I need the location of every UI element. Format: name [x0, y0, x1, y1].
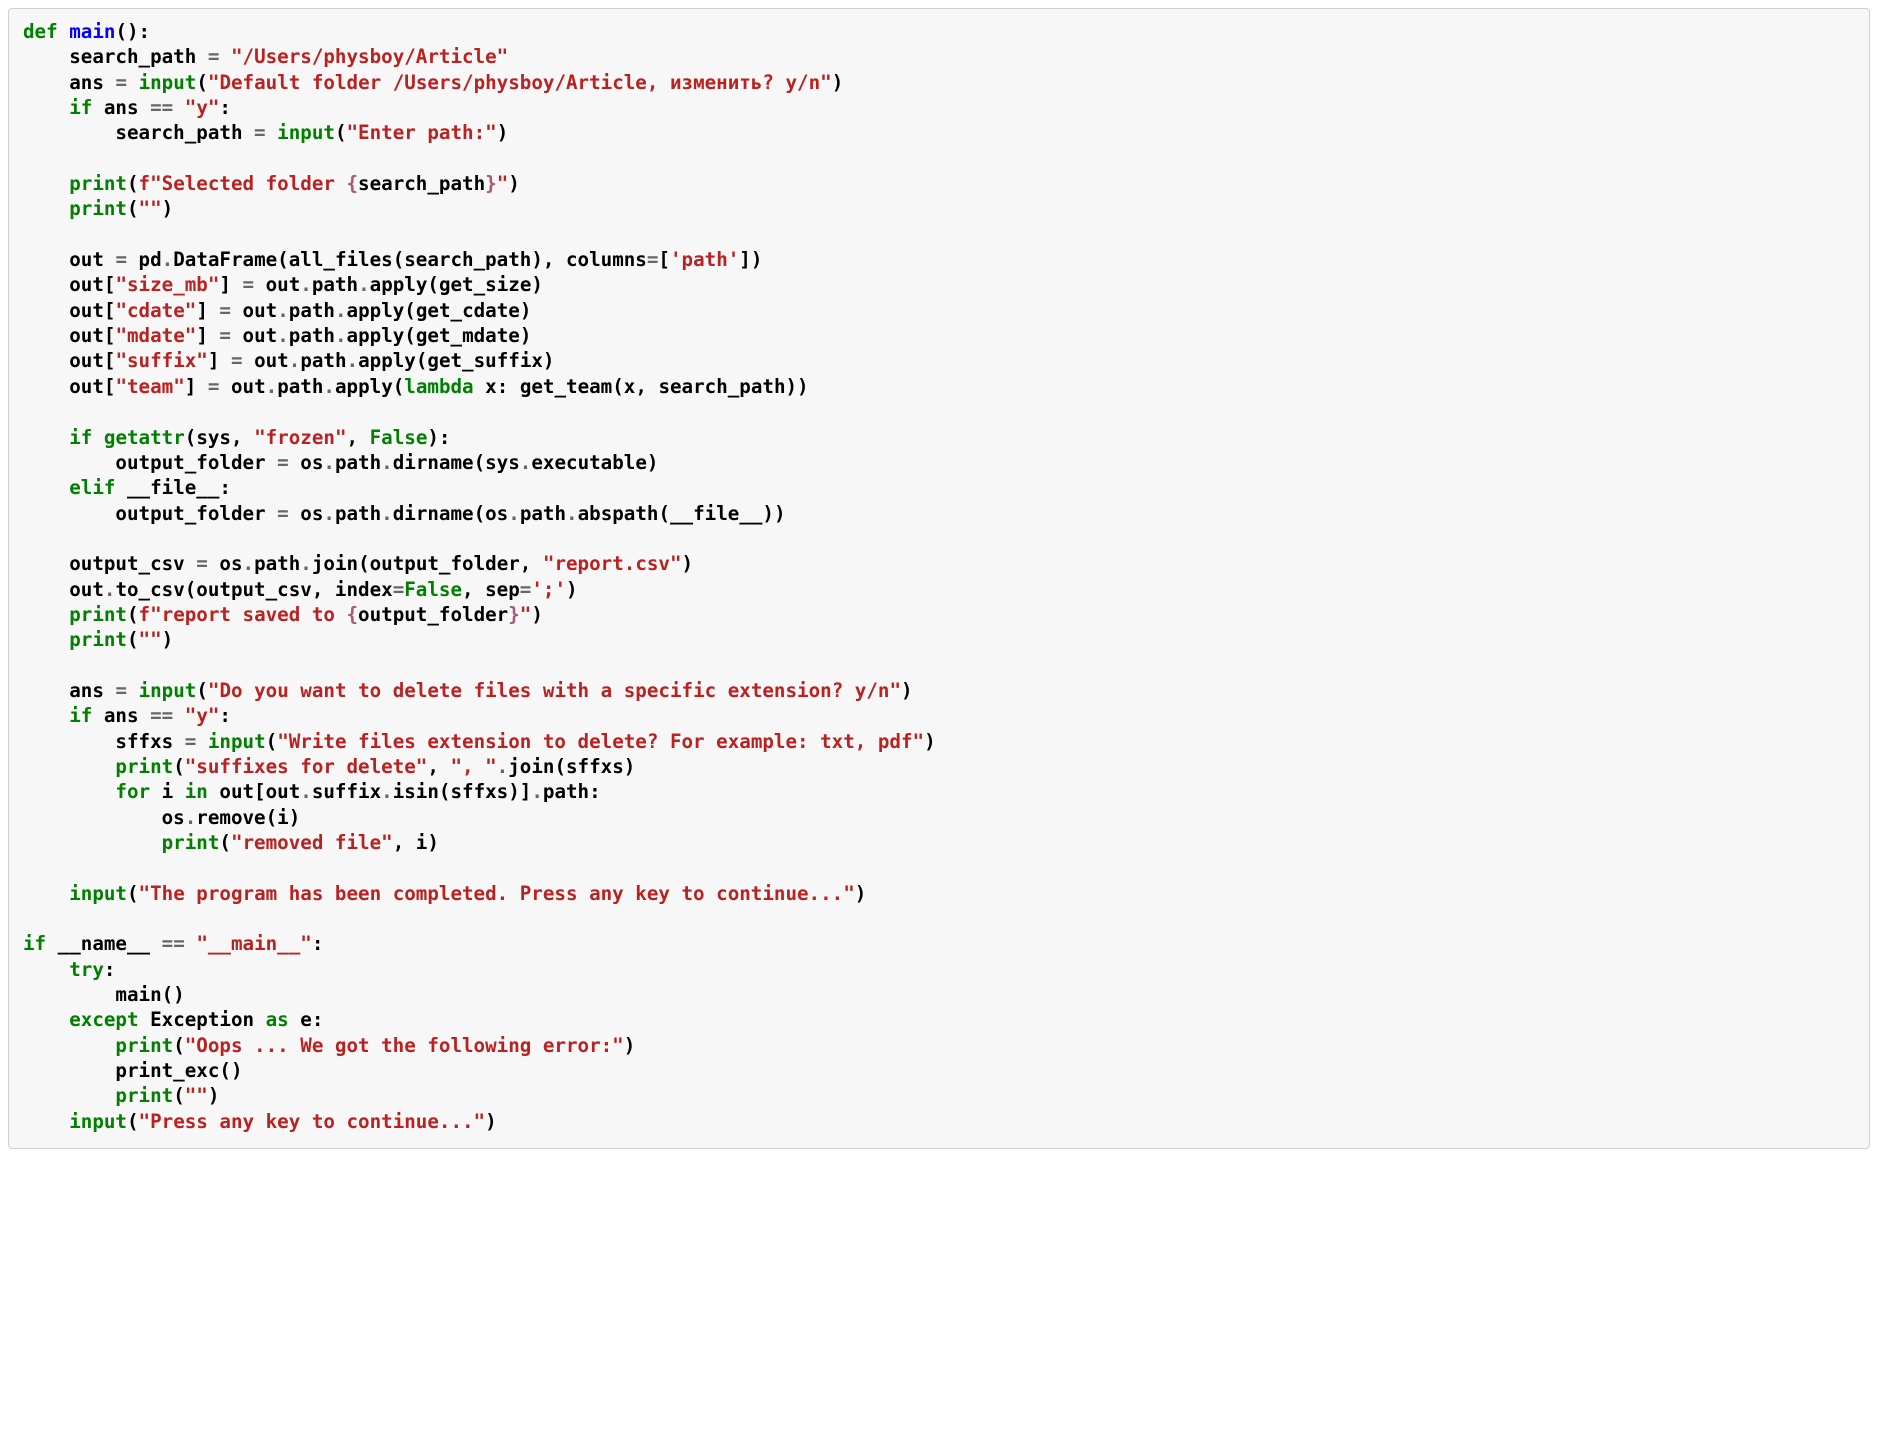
string-literal: "/Users/physboy/Article" [231, 45, 508, 68]
code-cell: def main(): search_path = "/Users/physbo… [8, 8, 1870, 1149]
code-block: def main(): search_path = "/Users/physbo… [23, 19, 1855, 1134]
keyword-def: def [23, 20, 58, 43]
function-name: main [69, 20, 115, 43]
